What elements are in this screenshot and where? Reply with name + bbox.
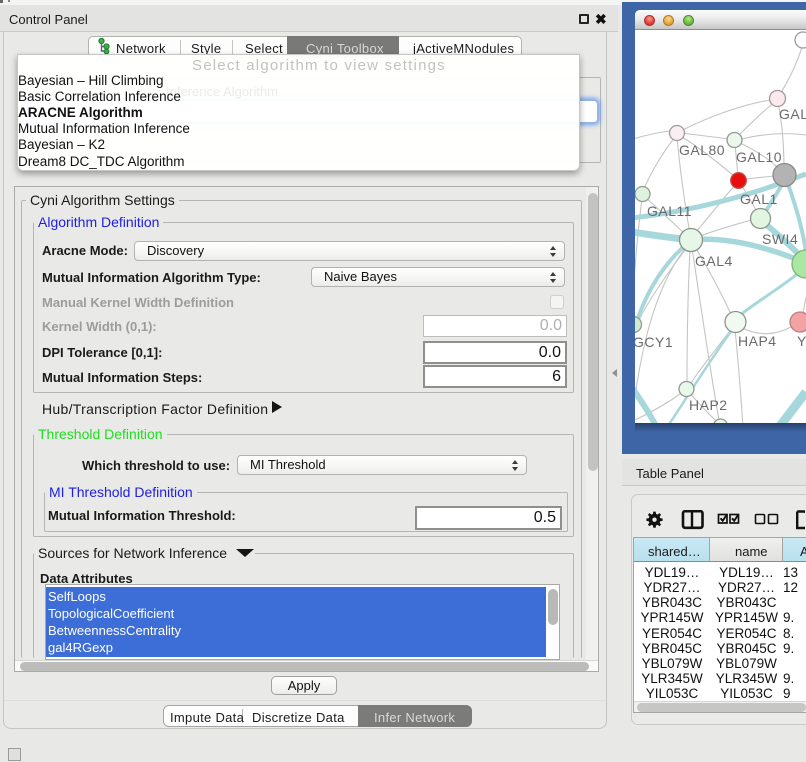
svg-text:HAP4: HAP4 (738, 333, 777, 349)
svg-text:GAL80: GAL80 (679, 142, 725, 158)
svg-text:GAL1: GAL1 (740, 191, 778, 207)
svg-text:GAL11: GAL11 (647, 203, 692, 219)
svg-text:GAL4: GAL4 (695, 253, 733, 269)
svg-text:GAL10: GAL10 (736, 149, 782, 165)
svg-text:HAP2: HAP2 (689, 397, 728, 413)
svg-text:SWI4: SWI4 (762, 231, 798, 247)
svg-text:YM: YM (797, 333, 806, 349)
svg-text:GCY1: GCY1 (635, 334, 673, 350)
svg-text:GAL2: GAL2 (779, 106, 806, 122)
